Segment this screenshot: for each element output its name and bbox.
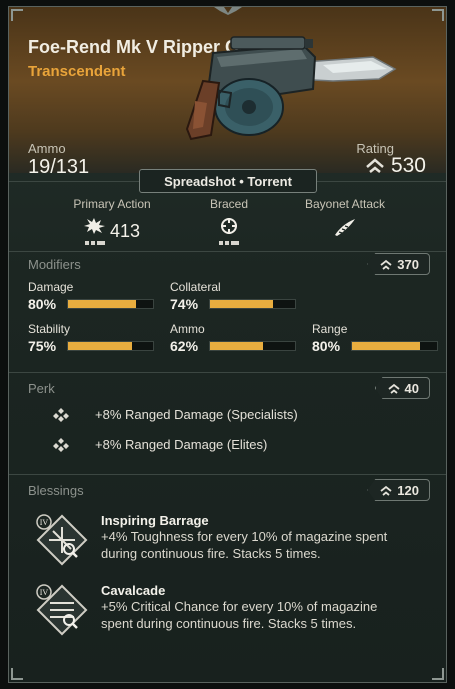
action-primary-value: 413 xyxy=(109,220,141,241)
perk-item: +8% Ranged Damage (Specialists) xyxy=(53,407,298,422)
stat-ammo: Ammo 62% xyxy=(170,322,300,354)
stat-bar xyxy=(351,341,438,351)
stat-value: 62% xyxy=(170,338,199,354)
rating-chevron-icon xyxy=(366,158,384,173)
explosive-burst-icon xyxy=(83,218,105,234)
blade-slash-icon xyxy=(335,219,355,236)
blessings-rating-badge: 120 xyxy=(367,479,430,501)
blessing-desc-line: +4% Toughness for every 10% of magazine … xyxy=(101,529,388,544)
weapon-actions: Primary Action 413 Braced Bayonet Attack xyxy=(9,197,446,247)
perk-text: +8% Ranged Damage (Specialists) xyxy=(95,407,298,422)
modifiers-title: Modifiers xyxy=(28,257,81,272)
perk-title: Perk xyxy=(28,381,55,396)
stat-bar xyxy=(67,299,154,309)
aquila-emblem-icon xyxy=(213,7,242,15)
blessing-desc-line: spent during continuous fire. Stacks 5 t… xyxy=(101,616,357,631)
stat-collateral: Collateral 74% xyxy=(170,280,300,312)
stat-bar-fill xyxy=(210,342,263,350)
modifiers-rating-value: 370 xyxy=(397,256,419,272)
rating-display: 530 xyxy=(365,154,426,178)
stat-bar-fill xyxy=(210,300,273,308)
section-divider xyxy=(9,372,446,373)
frame-corner xyxy=(432,668,444,680)
perk-diamond-icon xyxy=(53,437,69,452)
section-divider xyxy=(9,251,446,252)
stat-bar-fill xyxy=(68,342,132,350)
blessing-name: Inspiring Barrage xyxy=(101,513,209,528)
stat-bar-fill xyxy=(352,342,420,350)
weapon-rarity: Transcendent xyxy=(28,63,126,80)
action-label: Bayonet Attack xyxy=(304,197,386,211)
action-primary[interactable]: Primary Action 413 xyxy=(67,197,157,245)
stat-value: 74% xyxy=(170,296,199,312)
perk-rating-value: 40 xyxy=(404,380,419,396)
blessing-tier: IV xyxy=(40,518,49,527)
rating-chevron-icon xyxy=(380,259,392,270)
stat-bar xyxy=(67,341,154,351)
rating-value: 530 xyxy=(390,154,426,177)
ammo-ticks-icon xyxy=(84,241,105,245)
perk-item: +8% Ranged Damage (Elites) xyxy=(53,437,267,452)
action-bayonet[interactable]: Bayonet Attack xyxy=(297,197,393,237)
stat-damage: Damage 80% xyxy=(28,280,158,312)
ammo-label: Ammo xyxy=(28,141,66,156)
action-label: Primary Action xyxy=(73,197,151,211)
frame-corner xyxy=(11,9,23,21)
blessing-tier: IV xyxy=(40,588,49,597)
stat-bar-fill xyxy=(68,300,136,308)
perk-text: +8% Ranged Damage (Elites) xyxy=(95,437,268,452)
stat-label: Collateral xyxy=(170,280,221,294)
action-braced[interactable]: Braced xyxy=(199,197,259,245)
stat-label: Stability xyxy=(28,322,71,336)
blessings-title: Blessings xyxy=(28,483,84,498)
modifiers-rating-badge: 370 xyxy=(367,253,430,275)
stat-value: 80% xyxy=(312,338,341,354)
rating-chevron-icon xyxy=(380,485,392,496)
perk-rating-badge: 40 xyxy=(374,377,430,399)
blessings-rating-value: 120 xyxy=(397,482,419,498)
stat-label: Range xyxy=(312,322,348,336)
stat-bar xyxy=(209,299,296,309)
stat-bar xyxy=(209,341,296,351)
stat-range: Range 80% xyxy=(312,322,442,354)
blessing-desc-line: +5% Critical Chance for every 10% of mag… xyxy=(101,599,378,614)
blessing-description: +4% Toughness for every 10% of magazine … xyxy=(101,528,441,562)
frame-corner xyxy=(432,9,444,21)
perk-diamond-icon xyxy=(53,407,69,422)
blessing-name: Cavalcade xyxy=(101,583,166,598)
ammo-ticks-icon xyxy=(219,241,239,245)
frame-corner xyxy=(11,668,23,680)
fire-mode-tag: Spreadshot • Torrent xyxy=(139,169,317,193)
weapon-card: Foe-Rend Mk V Ripper Gun Transcendent Am… xyxy=(8,6,447,683)
stat-label: Ammo xyxy=(170,322,205,336)
ripper-gun-illustration xyxy=(185,36,397,141)
stat-value: 80% xyxy=(28,296,57,312)
crosshair-target-icon xyxy=(221,218,237,234)
stat-label: Damage xyxy=(28,280,74,294)
stat-stability: Stability 75% xyxy=(28,322,158,354)
ammo-value: 19/131 xyxy=(28,156,90,178)
blessing-description: +5% Critical Chance for every 10% of mag… xyxy=(101,598,441,632)
action-label: Braced xyxy=(209,197,249,211)
blessing-desc-line: during continuous fire. Stacks 5 times. xyxy=(101,546,321,561)
cavalcade-blessing-icon: IV xyxy=(36,584,88,636)
rating-chevron-icon xyxy=(387,383,400,394)
stat-value: 75% xyxy=(28,338,57,354)
section-divider xyxy=(9,474,446,475)
inspiring-barrage-blessing-icon: IV xyxy=(36,514,88,566)
